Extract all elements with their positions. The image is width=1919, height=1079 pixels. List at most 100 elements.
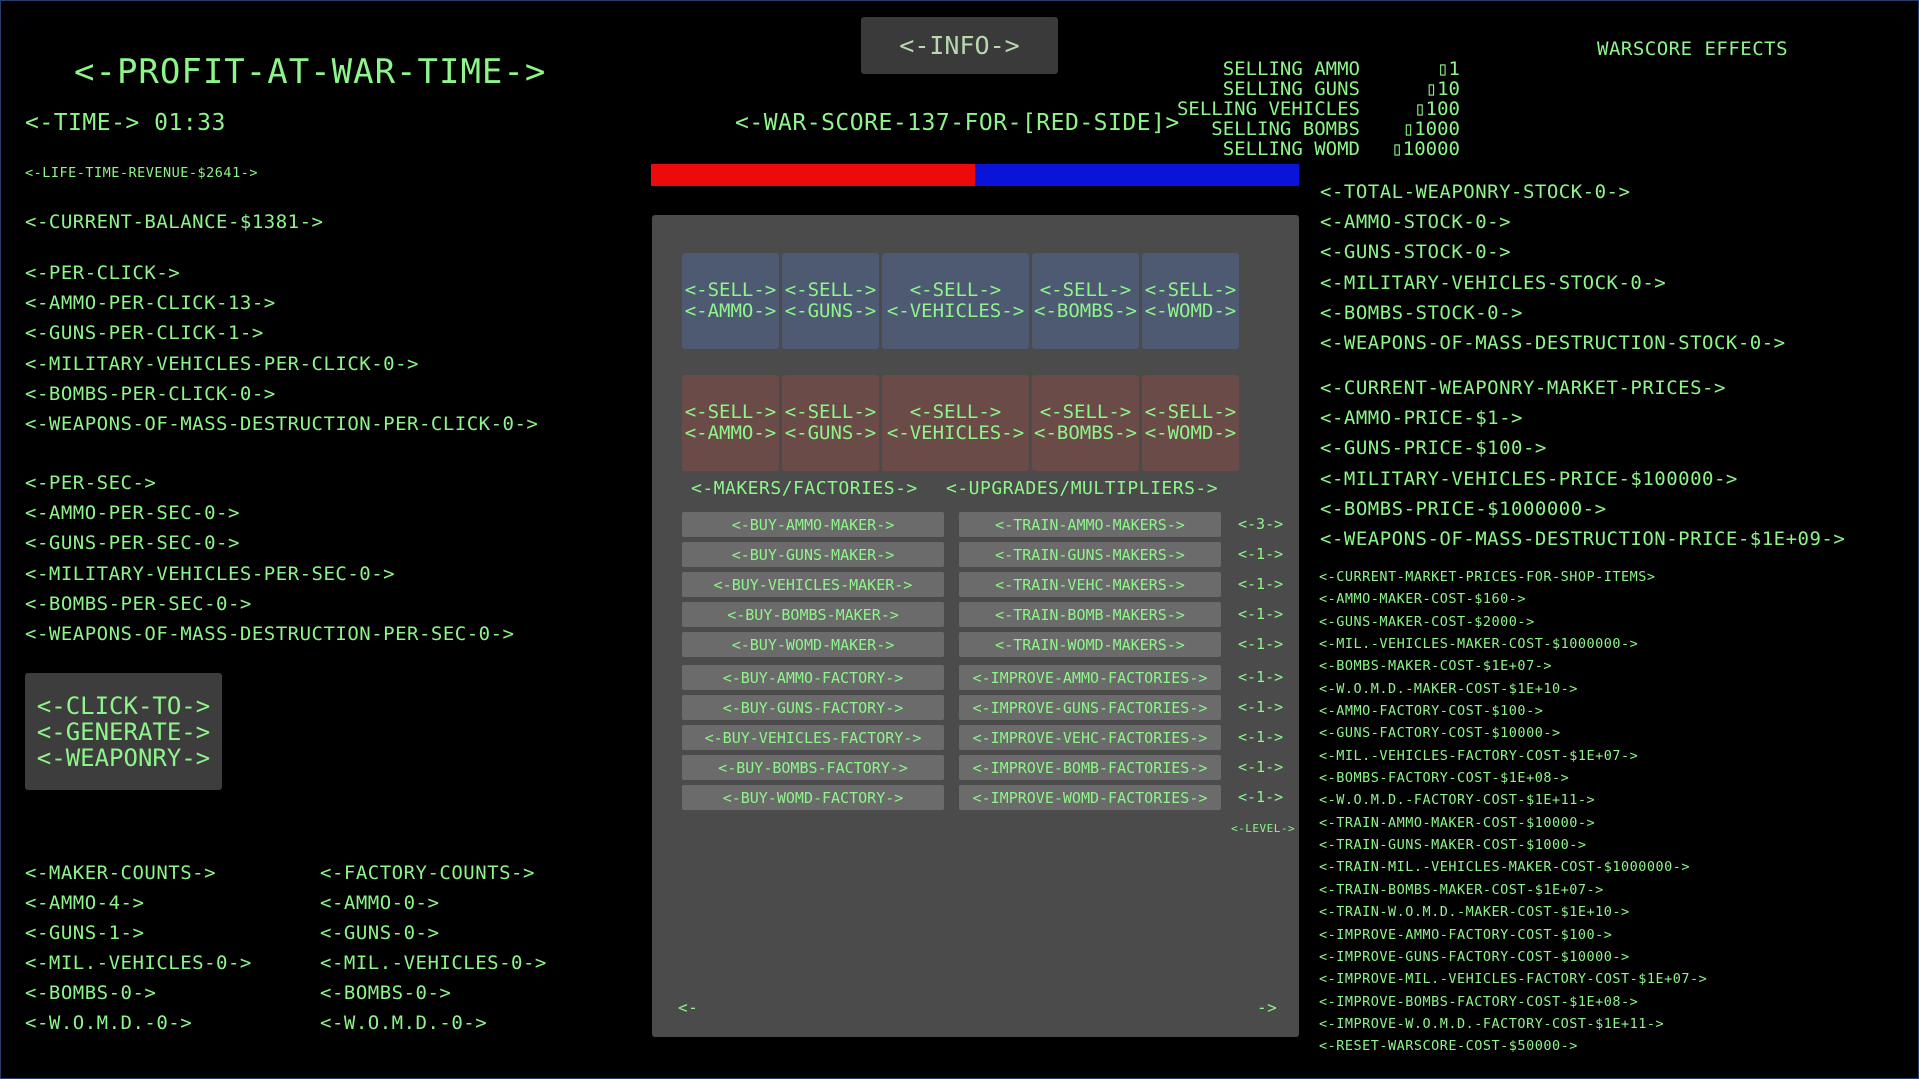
generate-line-1: <-CLICK-TO->: [36, 691, 211, 720]
shop-price-item: <-IMPROVE-BOMBS-FACTORY-COST-$1E+08->: [1319, 993, 1639, 1010]
womd-stock: <-WEAPONS-OF-MASS-DESTRUCTION-STOCK-0->: [1320, 331, 1786, 354]
level-value: <-1->: [1238, 728, 1284, 746]
war-bar-blue: [975, 164, 1299, 186]
shop-price-item: <-IMPROVE-AMMO-FACTORY-COST-$100->: [1319, 926, 1613, 943]
market-prices-header: <-CURRENT-WEAPONRY-MARKET-PRICES->: [1320, 377, 1726, 399]
effect-value: ▯100: [1414, 98, 1460, 120]
ammo-per-click: <-AMMO-PER-CLICK-13->: [25, 292, 276, 315]
bombs-price: <-BOMBS-PRICE-$1000000->: [1320, 497, 1607, 520]
improve-ammo-factories-button[interactable]: <-IMPROVE-AMMO-FACTORIES->: [959, 665, 1221, 690]
warscore-effects-title: WARSCORE EFFECTS: [1597, 38, 1789, 60]
vehicles-price: <-MILITARY-VEHICLES-PRICE-$100000->: [1320, 467, 1738, 490]
shop-price-item: <-GUNS-MAKER-COST-$2000->: [1319, 613, 1535, 630]
market-prices: <-CURRENT-WEAPONRY-MARKET-PRICES-> <-AMM…: [1320, 373, 1845, 554]
generate-weaponry-button[interactable]: <-CLICK-TO-> <-GENERATE-> <-WEAPONRY->: [25, 673, 222, 790]
effect-value: ▯1: [1437, 58, 1460, 80]
train-bomb-makers-button[interactable]: <-TRAIN-BOMB-MAKERS->: [959, 602, 1221, 627]
train-womd-makers-button[interactable]: <-TRAIN-WOMD-MAKERS->: [959, 632, 1221, 657]
sell-womd-red-button[interactable]: <-SELL-> <-WOMD->: [1142, 375, 1239, 471]
per-sec-stats: <-PER-SEC-> <-AMMO-PER-SEC-0-> <-GUNS-PE…: [25, 468, 515, 649]
sell-bombs-red-button[interactable]: <-SELL-> <-BOMBS->: [1032, 375, 1139, 471]
maker-count-womd: <-W.O.M.D.-0->: [25, 1012, 193, 1034]
level-value: <-1->: [1238, 698, 1284, 716]
upgrades-header: <-UPGRADES/MULTIPLIERS->: [946, 478, 1219, 499]
page-next-button[interactable]: ->: [1257, 998, 1277, 1017]
sell-label: <-SELL->: [909, 401, 1002, 423]
sell-label: <-SELL->: [1144, 401, 1237, 423]
ammo-stock: <-AMMO-STOCK-0->: [1320, 211, 1512, 234]
time-display: <-TIME-> 01:33: [25, 110, 226, 136]
sell-ammo-blue-button[interactable]: <-SELL-> <-AMMO->: [682, 253, 779, 349]
effect-label: SELLING WOMD: [1222, 138, 1360, 160]
shop-price-item: <-BOMBS-FACTORY-COST-$1E+08->: [1319, 770, 1570, 787]
sell-womd-blue-button[interactable]: <-SELL-> <-WOMD->: [1142, 253, 1239, 349]
improve-womd-factories-button[interactable]: <-IMPROVE-WOMD-FACTORIES->: [959, 785, 1221, 810]
sell-guns-red-button[interactable]: <-SELL-> <-GUNS->: [782, 375, 879, 471]
buy-guns-maker-button[interactable]: <-BUY-GUNS-MAKER->: [682, 542, 944, 567]
buy-bombs-factory-button[interactable]: <-BUY-BOMBS-FACTORY->: [682, 755, 944, 780]
maker-counts: <-MAKER-COUNTS-> <-AMMO-4-> <-GUNS-1-> <…: [25, 858, 252, 1038]
sell-item-label: <-AMMO->: [684, 300, 777, 322]
level-value: <-1->: [1238, 668, 1284, 686]
womd-price: <-WEAPONS-OF-MASS-DESTRUCTION-PRICE-$1E+…: [1320, 527, 1846, 550]
train-ammo-makers-button[interactable]: <-TRAIN-AMMO-MAKERS->: [959, 512, 1221, 537]
buy-ammo-factory-button[interactable]: <-BUY-AMMO-FACTORY->: [682, 665, 944, 690]
improve-bomb-factories-button[interactable]: <-IMPROVE-BOMB-FACTORIES->: [959, 755, 1221, 780]
improve-guns-factories-button[interactable]: <-IMPROVE-GUNS-FACTORIES->: [959, 695, 1221, 720]
shop-price-item: <-AMMO-FACTORY-COST-$100->: [1319, 703, 1544, 720]
vehicles-per-click: <-MILITARY-VEHICLES-PER-CLICK-0->: [25, 352, 419, 375]
shop-price-item: <-TRAIN-W.O.M.D.-MAKER-COST-$1E+10->: [1319, 904, 1630, 921]
sell-item-label: <-WOMD->: [1144, 422, 1237, 444]
sell-bombs-blue-button[interactable]: <-SELL-> <-BOMBS->: [1032, 253, 1139, 349]
bombs-stock: <-BOMBS-STOCK-0->: [1320, 301, 1523, 324]
buy-guns-factory-button[interactable]: <-BUY-GUNS-FACTORY->: [682, 695, 944, 720]
effect-label: SELLING GUNS: [1222, 78, 1360, 100]
generate-line-2: <-GENERATE->: [36, 717, 211, 746]
sell-vehicles-red-button[interactable]: <-SELL-> <-VEHICLES->: [882, 375, 1029, 471]
sell-label: <-SELL->: [909, 279, 1002, 301]
improve-vehc-factories-button[interactable]: <-IMPROVE-VEHC-FACTORIES->: [959, 725, 1221, 750]
shop-price-item: <-TRAIN-MIL.-VEHICLES-MAKER-COST-$100000…: [1319, 859, 1690, 876]
train-vehc-makers-button[interactable]: <-TRAIN-VEHC-MAKERS->: [959, 572, 1221, 597]
buy-ammo-maker-button[interactable]: <-BUY-AMMO-MAKER->: [682, 512, 944, 537]
sell-vehicles-blue-button[interactable]: <-SELL-> <-VEHICLES->: [882, 253, 1029, 349]
page-prev-button[interactable]: <-: [678, 998, 698, 1017]
shop-prices-header: <-CURRENT-MARKET-PRICES-FOR-SHOP-ITEMS>: [1319, 569, 1656, 585]
ammo-per-sec: <-AMMO-PER-SEC-0->: [25, 502, 240, 525]
shop-price-item: <-GUNS-FACTORY-COST-$10000->: [1319, 725, 1561, 742]
buy-vehicles-maker-button[interactable]: <-BUY-VEHICLES-MAKER->: [682, 572, 944, 597]
level-value: <-1->: [1238, 575, 1284, 593]
weaponry-stock: <-TOTAL-WEAPONRY-STOCK-0-> <-AMMO-STOCK-…: [1320, 177, 1786, 358]
shop-price-item: <-MIL.-VEHICLES-FACTORY-COST-$1E+07->: [1319, 747, 1639, 764]
level-value: <-1->: [1238, 635, 1284, 653]
shop-price-item: <-IMPROVE-MIL.-VEHICLES-FACTORY-COST-$1E…: [1319, 971, 1708, 988]
maker-count-vehicles: <-MIL.-VEHICLES-0->: [25, 952, 252, 974]
war-bar-red: [651, 164, 975, 186]
shop-price-item: <-W.O.M.D.-FACTORY-COST-$1E+11->: [1319, 792, 1596, 809]
shop-price-item: <-AMMO-MAKER-COST-$160->: [1319, 591, 1527, 608]
sell-label: <-SELL->: [684, 279, 777, 301]
ammo-price: <-AMMO-PRICE-$1->: [1320, 407, 1523, 430]
sell-ammo-red-button[interactable]: <-SELL-> <-AMMO->: [682, 375, 779, 471]
buy-vehicles-factory-button[interactable]: <-BUY-VEHICLES-FACTORY->: [682, 725, 944, 750]
warscore-effect-row: SELLING VEHICLES ▯100: [1000, 99, 1460, 119]
sell-item-label: <-VEHICLES->: [886, 422, 1025, 444]
maker-count-ammo: <-AMMO-4->: [25, 892, 145, 914]
guns-per-sec: <-GUNS-PER-SEC-0->: [25, 532, 240, 555]
level-value: <-1->: [1238, 605, 1284, 623]
total-stock: <-TOTAL-WEAPONRY-STOCK-0->: [1320, 181, 1631, 203]
factory-count-bombs: <-BOMBS-0->: [320, 982, 452, 1004]
train-guns-makers-button[interactable]: <-TRAIN-GUNS-MAKERS->: [959, 542, 1221, 567]
buy-womd-factory-button[interactable]: <-BUY-WOMD-FACTORY->: [682, 785, 944, 810]
sell-item-label: <-GUNS->: [784, 300, 877, 322]
effect-value: ▯1000: [1402, 118, 1460, 140]
per-click-stats: <-PER-CLICK-> <-AMMO-PER-CLICK-13-> <-GU…: [25, 258, 538, 439]
sell-guns-blue-button[interactable]: <-SELL-> <-GUNS->: [782, 253, 879, 349]
shop-price-item: <-IMPROVE-GUNS-FACTORY-COST-$10000->: [1319, 948, 1630, 965]
effect-label: SELLING BOMBS: [1211, 118, 1360, 140]
maker-counts-header: <-MAKER-COUNTS->: [25, 862, 217, 884]
buy-bombs-maker-button[interactable]: <-BUY-BOMBS-MAKER->: [682, 602, 944, 627]
per-click-header: <-PER-CLICK->: [25, 262, 181, 284]
buy-womd-maker-button[interactable]: <-BUY-WOMD-MAKER->: [682, 632, 944, 657]
effect-label: SELLING VEHICLES: [1176, 98, 1360, 120]
